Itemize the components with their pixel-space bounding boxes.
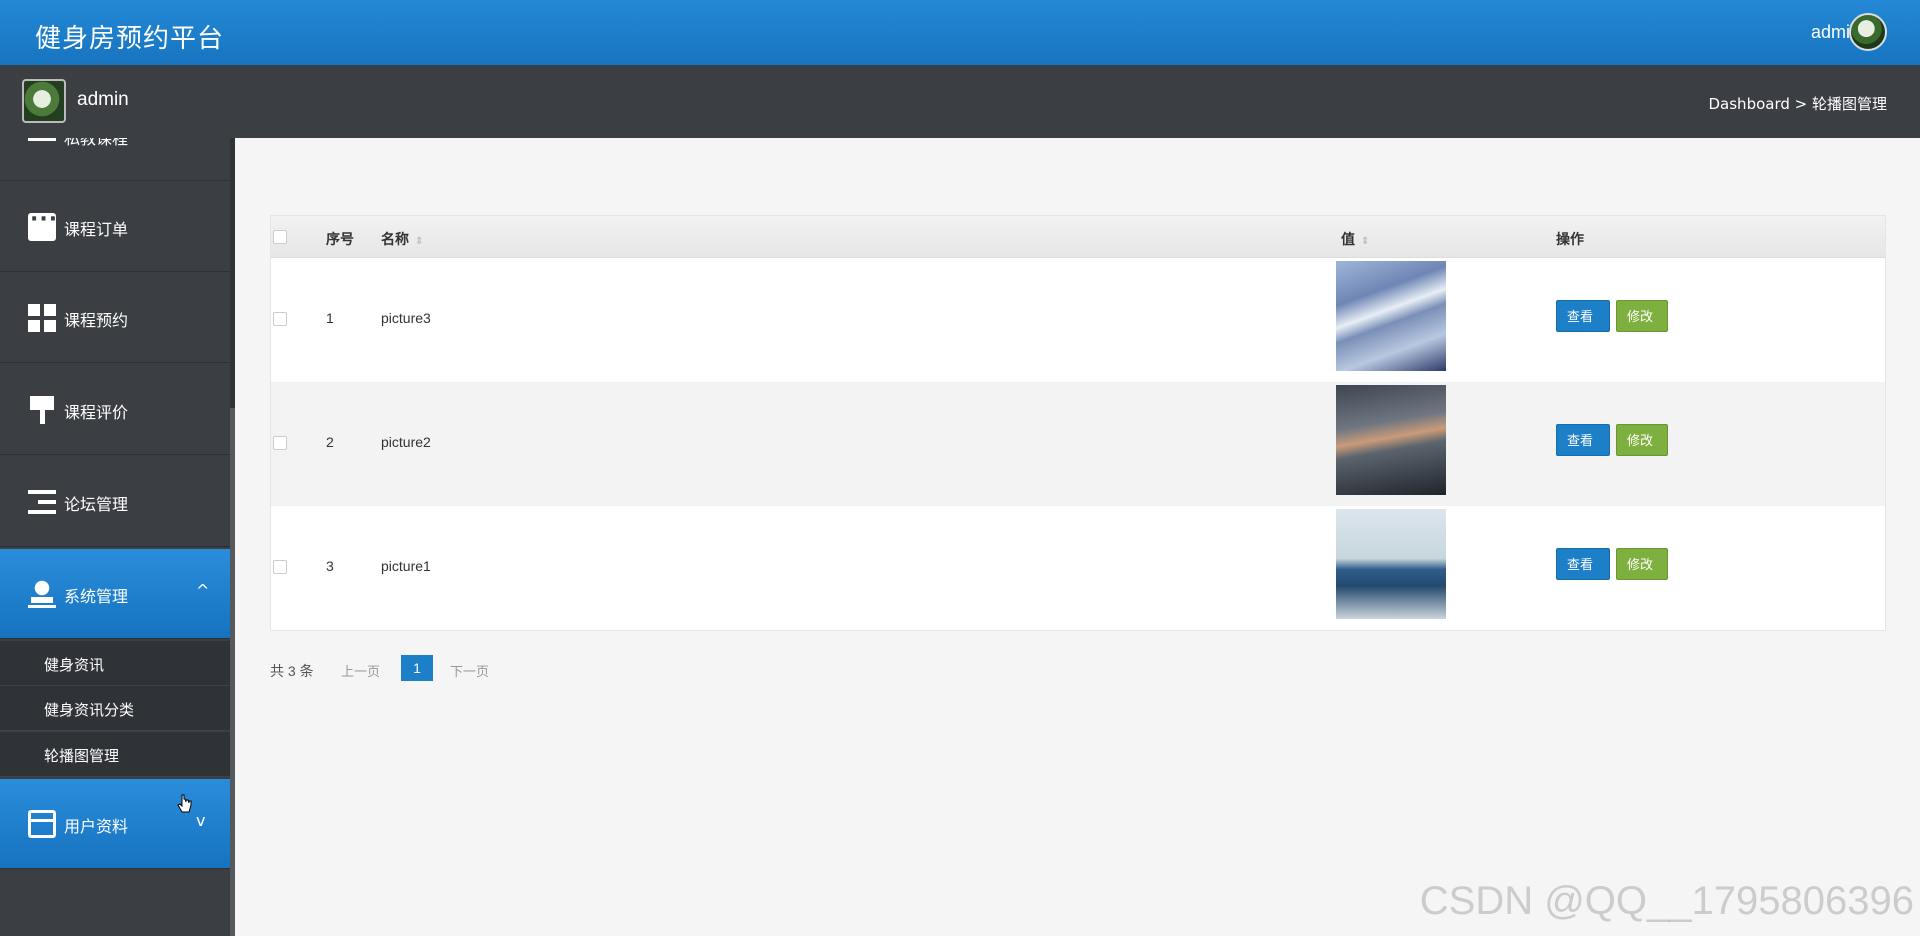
next-page-button[interactable]: 下一页 bbox=[450, 661, 500, 680]
data-table: 序号 名称 ⇕ 值 ⇕ 操作 1 picture3 查看 修改 2 picture2… bbox=[270, 215, 1886, 631]
card-icon bbox=[28, 810, 56, 838]
sidebar-item-course-booking[interactable]: 课程预约 bbox=[0, 273, 230, 363]
sidebar-subitem-label: 健身资讯分类 bbox=[44, 701, 135, 719]
sidebar-subitem-news-category[interactable]: 健身资讯分类 bbox=[0, 686, 230, 731]
chevron-down-icon: v bbox=[196, 811, 206, 830]
table-header: 序号 名称 ⇕ 值 ⇕ 操作 bbox=[271, 216, 1885, 258]
brush-icon bbox=[28, 396, 56, 424]
sidebar-item-label: 系统管理 bbox=[64, 587, 129, 606]
sidebar-subitem-label: 轮播图管理 bbox=[44, 747, 120, 765]
top-bar: 健身房预约平台 admin bbox=[0, 0, 1920, 65]
swimmer-image bbox=[1336, 385, 1446, 495]
header-index: 序号 bbox=[326, 231, 354, 247]
header-value-label: 值 bbox=[1341, 231, 1355, 247]
sort-icon: ⇕ bbox=[415, 236, 424, 247]
sidebar-item-label: 课程预约 bbox=[64, 311, 129, 330]
header-avatar[interactable] bbox=[1849, 13, 1887, 51]
table-row: 2 picture2 查看 修改 bbox=[271, 382, 1885, 506]
sidebar-item-label: 课程订单 bbox=[64, 220, 129, 239]
mountain-image bbox=[1336, 261, 1446, 371]
total-count: 共 3 条 bbox=[270, 663, 314, 679]
select-all-checkbox[interactable] bbox=[273, 230, 287, 244]
profile-avatar bbox=[22, 79, 66, 123]
header-name[interactable]: 名称 ⇕ bbox=[381, 229, 423, 249]
prev-page-button[interactable]: 上一页 bbox=[341, 661, 391, 680]
header-name-label: 名称 bbox=[381, 231, 409, 247]
sidebar-item-course-reviews[interactable]: 课程评价 bbox=[0, 365, 230, 455]
sidebar-item-label: 课程评价 bbox=[64, 403, 129, 422]
sidebar-item-label: 私教课程 bbox=[64, 138, 129, 148]
view-button[interactable]: 查看 bbox=[1556, 548, 1610, 580]
view-button[interactable]: 查看 bbox=[1556, 424, 1610, 456]
chevron-up-icon: ^ bbox=[196, 581, 210, 600]
edit-button[interactable]: 修改 bbox=[1616, 548, 1668, 580]
profile-name: admin bbox=[77, 89, 129, 110]
row-index: 2 bbox=[326, 434, 334, 450]
sort-icon: ⇕ bbox=[1361, 236, 1370, 247]
sidebar-item-course-orders[interactable]: 课程订单 bbox=[0, 182, 230, 272]
sidebar-item-system[interactable]: 系统管理 ^ bbox=[0, 549, 230, 639]
row-name: picture1 bbox=[381, 558, 431, 574]
plank-image bbox=[1336, 509, 1446, 619]
row-name: picture2 bbox=[381, 434, 431, 450]
page-number-button[interactable]: 1 bbox=[401, 655, 433, 681]
row-checkbox[interactable] bbox=[273, 312, 287, 326]
table-row: 1 picture3 查看 修改 bbox=[271, 258, 1885, 382]
hand-cursor-icon bbox=[177, 794, 192, 813]
sidebar-item-label: 用户资料 bbox=[64, 817, 129, 836]
view-button[interactable]: 查看 bbox=[1556, 300, 1610, 332]
row-checkbox[interactable] bbox=[273, 436, 287, 450]
row-index: 1 bbox=[326, 310, 334, 326]
sidebar-subitem-label: 健身资讯 bbox=[44, 656, 105, 674]
breadcrumb: Dashboard > 轮播图管理 bbox=[1708, 95, 1888, 113]
user-stamp-icon bbox=[28, 580, 56, 608]
grid-icon bbox=[28, 304, 56, 332]
watermark: CSDN @QQ__1795806396 bbox=[1419, 879, 1914, 923]
main-content: 序号 名称 ⇕ 值 ⇕ 操作 1 picture3 查看 修改 2 picture2… bbox=[235, 138, 1920, 936]
header-value[interactable]: 值 ⇕ bbox=[1341, 229, 1369, 249]
row-name: picture3 bbox=[381, 310, 431, 326]
table-row: 3 picture1 查看 修改 bbox=[271, 506, 1885, 630]
chat-bubble-icon bbox=[28, 207, 58, 241]
sidebar-item-user-profile[interactable]: 用户资料 v bbox=[0, 779, 230, 869]
edit-button[interactable]: 修改 bbox=[1616, 300, 1668, 332]
app-title: 健身房预约平台 bbox=[35, 24, 225, 54]
list-icon bbox=[28, 488, 56, 516]
row-checkbox[interactable] bbox=[273, 560, 287, 574]
sub-header: admin Dashboard > 轮播图管理 bbox=[0, 65, 1920, 138]
sidebar-subitem-news[interactable]: 健身资讯 bbox=[0, 641, 230, 686]
header-action: 操作 bbox=[1556, 231, 1584, 247]
row-index: 3 bbox=[326, 558, 334, 574]
sidebar-subitem-carousel[interactable]: 轮播图管理 bbox=[0, 732, 230, 777]
sidebar: 私教课程 课程订单 课程预约 课程评价 论坛管理 系统管理 ^ 健身资讯 健身资… bbox=[0, 138, 235, 936]
edit-icon bbox=[28, 138, 56, 150]
sidebar-item-forum[interactable]: 论坛管理 bbox=[0, 457, 230, 547]
sidebar-item-label: 论坛管理 bbox=[64, 495, 129, 514]
edit-button[interactable]: 修改 bbox=[1616, 424, 1668, 456]
sidebar-item-private-course[interactable]: 私教课程 bbox=[0, 138, 230, 181]
